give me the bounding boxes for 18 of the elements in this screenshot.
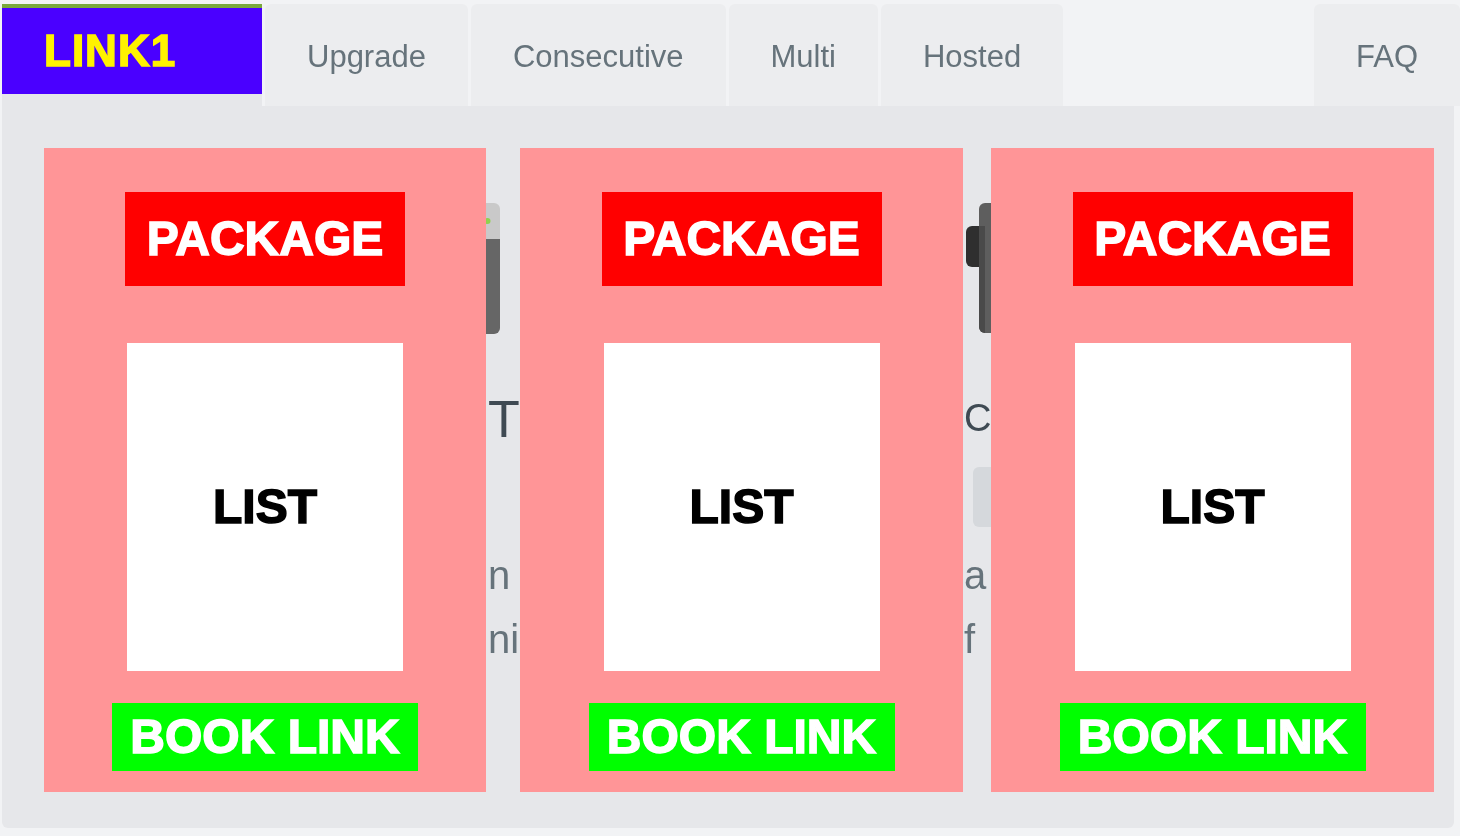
text-fragment: a <box>964 555 987 595</box>
nav-tab[interactable]: Hosted <box>880 4 1064 106</box>
package-banner: PACKAGE <box>601 192 882 286</box>
text-fragment: n <box>488 555 512 595</box>
logo-tab[interactable]: LINK1 <box>2 4 262 94</box>
text-fragment: ni <box>488 619 520 659</box>
heading-fragment: C <box>964 399 992 437</box>
nav-tab[interactable]: Multi <box>728 4 878 106</box>
text-fragment: f <box>964 619 977 659</box>
package-banner: PACKAGE <box>125 192 405 286</box>
list-label: LIST <box>1160 483 1265 531</box>
list-label: LIST <box>213 483 317 531</box>
heading-fragment: T <box>488 393 520 445</box>
nav-tab[interactable]: FAQ <box>1314 4 1460 106</box>
nav-tab[interactable]: Consecutive <box>470 4 726 106</box>
list-label: LIST <box>689 483 794 531</box>
nav-tab[interactable]: Upgrade <box>265 4 468 106</box>
package-banner: PACKAGE <box>1072 192 1353 286</box>
